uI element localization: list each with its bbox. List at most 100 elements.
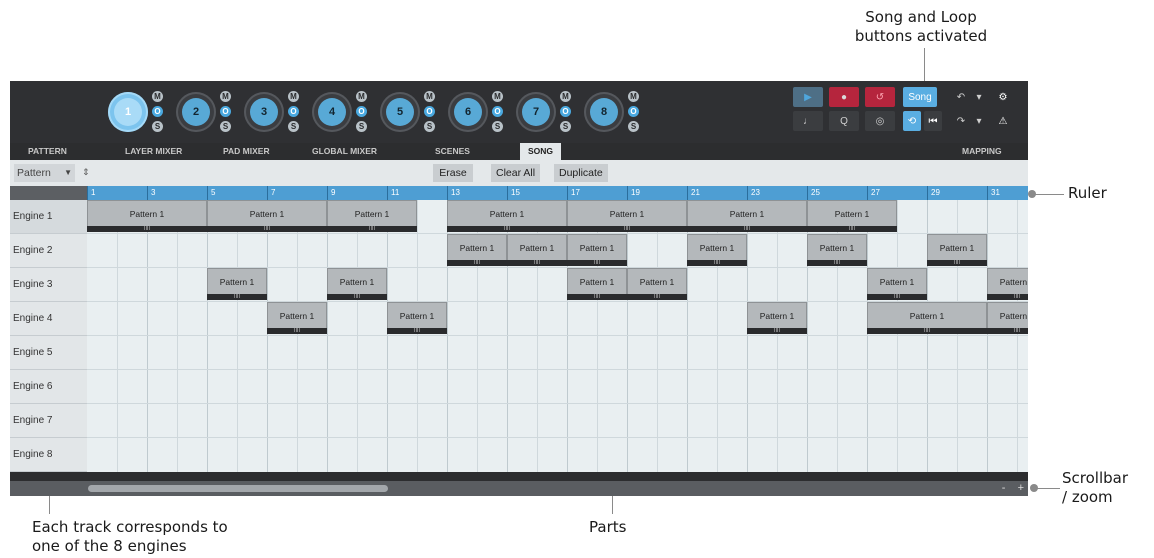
part-handle[interactable]: IIII (987, 328, 1028, 334)
song-part[interactable]: Pattern 1IIII (987, 302, 1028, 336)
part-handle[interactable]: IIII (807, 260, 867, 266)
settings-button[interactable]: ⚙ (992, 87, 1014, 107)
tab-song[interactable]: SONG (520, 143, 562, 160)
song-part[interactable]: Pattern 1IIII (327, 268, 387, 302)
duplicate-button[interactable]: Duplicate (554, 164, 608, 182)
engine-4-mute-button[interactable]: M (356, 91, 367, 102)
part-handle[interactable]: IIII (687, 260, 747, 266)
part-handle[interactable]: IIII (927, 260, 987, 266)
engine-1-solo-button[interactable]: S (152, 121, 163, 132)
part-handle[interactable]: IIII (327, 294, 387, 300)
pattern-select[interactable]: Pattern ▼ (14, 164, 75, 182)
engine-3-button[interactable]: 3 (244, 92, 284, 132)
engine-3-mute-button[interactable]: M (288, 91, 299, 102)
loop-button[interactable]: ⟲ (903, 111, 921, 131)
part-handle[interactable]: IIII (867, 328, 987, 334)
undo-dropdown-button[interactable]: ▾ (973, 87, 985, 107)
engine-2-solo-button[interactable]: S (220, 121, 231, 132)
engine-4-button[interactable]: 4 (312, 92, 352, 132)
engine-7-button[interactable]: 7 (516, 92, 556, 132)
part-handle[interactable]: IIII (387, 328, 447, 334)
tab-pattern[interactable]: PATTERN (28, 143, 67, 160)
part-handle[interactable]: IIII (567, 294, 627, 300)
engine-6-power-button[interactable]: O (492, 106, 503, 117)
engine-1-mute-button[interactable]: M (152, 91, 163, 102)
ruler[interactable]: 1 3 5 7 9 11 13 15 17 19 21 23 25 27 29 31 (87, 186, 1028, 200)
song-part[interactable]: Pattern 1IIII (807, 234, 867, 268)
quantize-button[interactable]: Q (829, 111, 859, 131)
song-part[interactable]: Pattern 1IIII (927, 234, 987, 268)
part-handle[interactable]: IIII (87, 226, 207, 232)
engine-2-power-button[interactable]: O (220, 106, 231, 117)
track-label-engine-2[interactable]: Engine 2 (10, 234, 87, 268)
engine-4-power-button[interactable]: O (356, 106, 367, 117)
play-button[interactable]: ▶ (793, 87, 823, 107)
part-handle[interactable]: IIII (267, 328, 327, 334)
track-label-engine-7[interactable]: Engine 7 (10, 404, 87, 438)
part-handle[interactable]: IIII (687, 226, 807, 232)
engine-5-button[interactable]: 5 (380, 92, 420, 132)
part-handle[interactable]: IIII (627, 294, 687, 300)
song-part[interactable]: Pattern 1IIII (567, 234, 627, 268)
track-label-engine-3[interactable]: Engine 3 (10, 268, 87, 302)
song-part[interactable]: Pattern 1IIII (687, 234, 747, 268)
engine-8-button[interactable]: 8 (584, 92, 624, 132)
song-part[interactable]: Pattern 1IIII (447, 200, 567, 234)
record-button[interactable]: ● (829, 87, 859, 107)
engine-7-mute-button[interactable]: M (560, 91, 571, 102)
engine-6-button[interactable]: 6 (448, 92, 488, 132)
part-handle[interactable]: IIII (567, 260, 627, 266)
song-part[interactable]: Pattern 1IIII (567, 268, 627, 302)
part-handle[interactable]: IIII (507, 260, 567, 266)
part-handle[interactable]: IIII (747, 328, 807, 334)
engine-1-button[interactable]: 1 (108, 92, 148, 132)
engine-6-solo-button[interactable]: S (492, 121, 503, 132)
rewind-button[interactable]: ⏮ (924, 111, 942, 131)
engine-8-mute-button[interactable]: M (628, 91, 639, 102)
redo-button[interactable]: ↷ (952, 111, 970, 131)
song-part[interactable]: Pattern 1IIII (87, 200, 207, 234)
sync-button[interactable]: ◎ (865, 111, 895, 131)
horizontal-scrollbar[interactable]: - + (10, 481, 1028, 496)
engine-7-power-button[interactable]: O (560, 106, 571, 117)
engine-2-button[interactable]: 2 (176, 92, 216, 132)
engine-5-power-button[interactable]: O (424, 106, 435, 117)
song-part[interactable]: Pattern 1IIII (207, 200, 327, 234)
song-part[interactable]: Pattern 1IIII (867, 302, 987, 336)
loop-record-button[interactable]: ↺ (865, 87, 895, 107)
part-handle[interactable]: IIII (867, 294, 927, 300)
part-handle[interactable]: IIII (327, 226, 417, 232)
engine-2-mute-button[interactable]: M (220, 91, 231, 102)
part-handle[interactable]: IIII (447, 260, 507, 266)
track-label-engine-5[interactable]: Engine 5 (10, 336, 87, 370)
part-handle[interactable]: IIII (987, 294, 1028, 300)
song-part[interactable]: Pattern 1IIII (987, 268, 1028, 302)
song-part[interactable]: Pattern 1IIII (747, 302, 807, 336)
tab-global-mixer[interactable]: GLOBAL MIXER (312, 143, 377, 160)
part-handle[interactable]: IIII (567, 226, 687, 232)
track-label-engine-1[interactable]: Engine 1 (10, 200, 87, 234)
erase-button[interactable]: Erase (433, 164, 473, 182)
zoom-out-button[interactable]: - (1002, 482, 1006, 494)
engine-3-solo-button[interactable]: S (288, 121, 299, 132)
song-part[interactable]: Pattern 1IIII (687, 200, 807, 234)
arrangement-grid[interactable]: Pattern 1 IIII Pattern 1 IIII Pattern 1 IIII P… (87, 200, 1028, 472)
engine-8-solo-button[interactable]: S (628, 121, 639, 132)
engine-3-power-button[interactable]: O (288, 106, 299, 117)
engine-8-power-button[interactable]: O (628, 106, 639, 117)
engine-4-solo-button[interactable]: S (356, 121, 367, 132)
song-part[interactable]: Pattern 1IIII (807, 200, 897, 234)
part-handle[interactable]: IIII (807, 226, 897, 232)
tab-pad-mixer[interactable]: PAD MIXER (223, 143, 270, 160)
part-handle[interactable]: IIII (207, 294, 267, 300)
tab-layer-mixer[interactable]: LAYER MIXER (125, 143, 182, 160)
redo-dropdown-button[interactable]: ▾ (973, 111, 985, 131)
tab-scenes[interactable]: SCENES (435, 143, 470, 160)
song-part[interactable]: Pattern 1IIII (867, 268, 927, 302)
scrollbar-thumb[interactable] (88, 485, 388, 492)
song-part[interactable]: Pattern 1IIII (627, 268, 687, 302)
song-part[interactable]: Pattern 1IIII (507, 234, 567, 268)
engine-7-solo-button[interactable]: S (560, 121, 571, 132)
part-handle[interactable]: IIII (447, 226, 567, 232)
song-part[interactable]: Pattern 1IIII (207, 268, 267, 302)
